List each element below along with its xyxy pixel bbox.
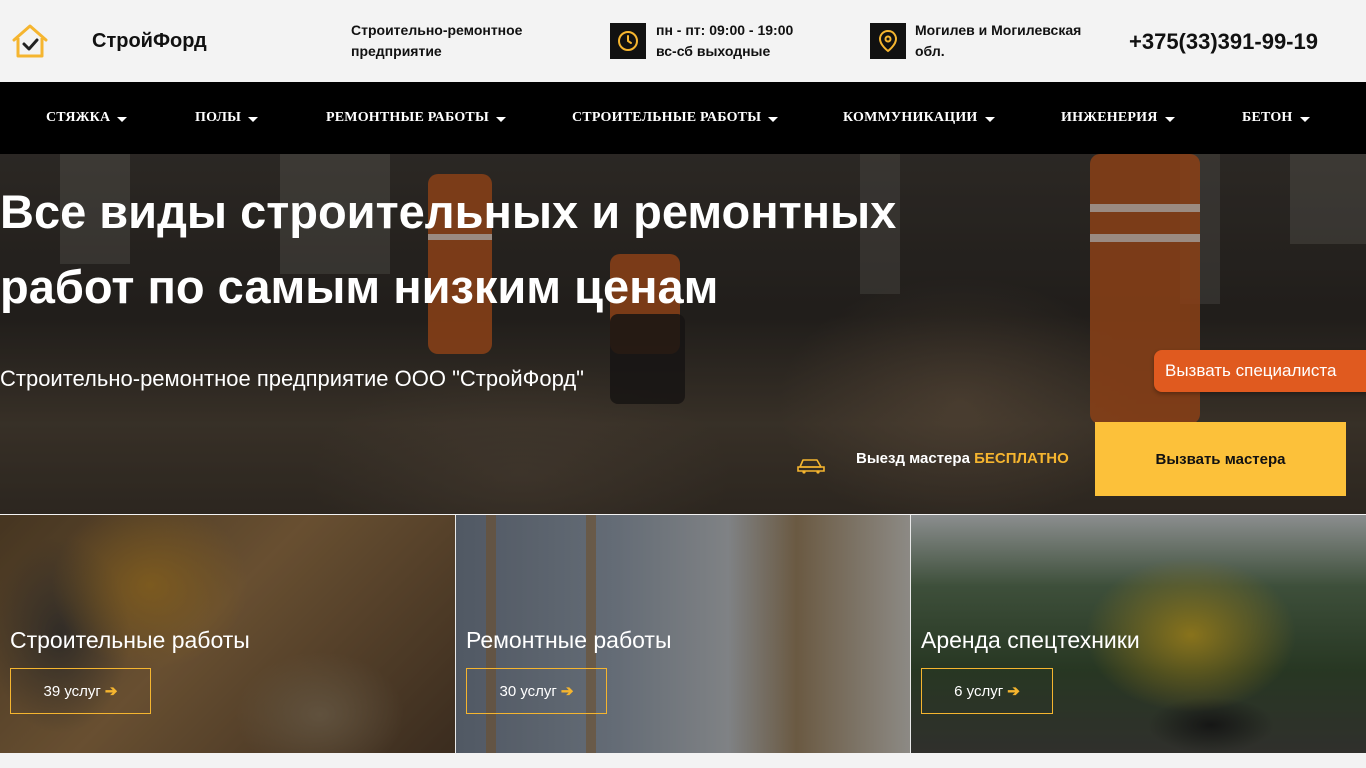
card-services-button[interactable]: 6 услуг ➔ [921,668,1053,714]
free-visit-accent: БЕСПЛАТНО [974,450,1069,467]
nav-item-label: КОММУНИКАЦИИ [843,110,978,125]
card-title: Аренда спецтехники [921,627,1140,653]
nav-item-label: БЕТОН [1242,110,1293,125]
hero-subtitle: Строительно-ремонтное предприятие ООО "С… [0,366,584,391]
card-title: Ремонтные работы [466,627,672,653]
card-services-button[interactable]: 39 услуг ➔ [10,668,151,714]
hero-title-line1: Все виды строительных и ремонтных [0,185,897,238]
site-header: СтройФорд Строительно-ремонтное предприя… [0,0,1366,82]
nav-item-kommunikacii[interactable]: КОММУНИКАЦИИ [843,82,995,154]
free-visit-prefix: Выезд мастера [856,450,970,467]
arrow-right-icon: ➔ [1007,683,1020,700]
hero-banner: Все виды строительных и ремонтных работ … [0,154,1366,514]
card-services-count: 30 услуг [499,682,557,700]
service-card-machinery[interactable]: Аренда спецтехники 6 услуг ➔ [911,515,1366,753]
nav-item-styazhka[interactable]: СТЯЖКА [46,82,128,154]
nav-item-label: СТЯЖКА [46,110,111,125]
hero-title: Все виды строительных и ремонтных работ … [0,174,1000,324]
caret-down-icon [117,116,128,122]
nav-item-poly[interactable]: ПОЛЫ [195,82,259,154]
caret-down-icon [1299,116,1310,122]
working-hours-weekend: вс-сб выходные [656,43,771,59]
clock-icon-box [610,23,646,59]
working-hours: пн - пт: 09:00 - 19:00 вс-сб выходные [656,20,793,62]
call-master-button[interactable]: Вызвать мастера [1095,422,1346,496]
nav-item-inzheneriya[interactable]: ИНЖЕНЕРИЯ [1061,82,1175,154]
caret-down-icon [1164,116,1175,122]
free-visit-text: Выезд мастера БЕСПЛАТНО [856,450,1069,467]
house-check-icon[interactable] [10,21,50,61]
nav-item-label: ПОЛЫ [195,110,242,125]
caret-down-icon [248,116,259,122]
map-pin-icon [878,29,898,53]
hero-title-line2: работ по самым низким ценам [0,260,719,313]
main-nav: СТЯЖКА ПОЛЫ РЕМОНТНЫЕ РАБОТЫ СТРОИТЕЛЬНЫ… [0,82,1366,154]
call-specialist-button[interactable]: Вызвать специалиста [1154,350,1366,392]
card-title: Строительные работы [10,627,250,653]
arrow-right-icon: ➔ [560,683,574,700]
card-services-count: 6 услуг [954,682,1004,700]
nav-item-remont[interactable]: РЕМОНТНЫЕ РАБОТЫ [326,82,506,154]
location-icon-box [870,23,906,59]
phone-link[interactable]: +375(33)391-99-19 [1129,29,1318,55]
logo-text[interactable]: СтройФорд [92,30,207,53]
caret-down-icon [984,116,995,122]
company-tagline: Строительно-ремонтное предприятие [351,22,523,59]
service-area-line2: обл. [915,43,945,59]
nav-item-label: СТРОИТЕЛЬНЫЕ РАБОТЫ [572,110,762,125]
nav-item-beton[interactable]: БЕТОН [1242,82,1310,154]
nav-item-label: ИНЖЕНЕРИЯ [1061,110,1158,125]
service-area-line1: Могилев и Могилевская [915,22,1082,38]
service-area: Могилев и Могилевская обл. [915,20,1095,62]
nav-item-stroitelnye[interactable]: СТРОИТЕЛЬНЫЕ РАБОТЫ [572,82,779,154]
caret-down-icon [495,116,506,122]
caret-down-icon [768,116,779,122]
nav-item-label: РЕМОНТНЫЕ РАБОТЫ [326,110,489,125]
service-card-repair[interactable]: Ремонтные работы 30 услуг ➔ [456,515,910,753]
car-icon [797,459,825,474]
service-card-construction[interactable]: Строительные работы 39 услуг ➔ [0,515,455,753]
card-services-button[interactable]: 30 услуг ➔ [466,668,607,714]
card-services-count: 39 услуг [43,682,101,700]
page-bottom-strip [0,753,1366,768]
clock-icon [618,31,638,51]
arrow-right-icon: ➔ [104,683,118,700]
working-hours-weekdays: пн - пт: 09:00 - 19:00 [656,22,794,38]
